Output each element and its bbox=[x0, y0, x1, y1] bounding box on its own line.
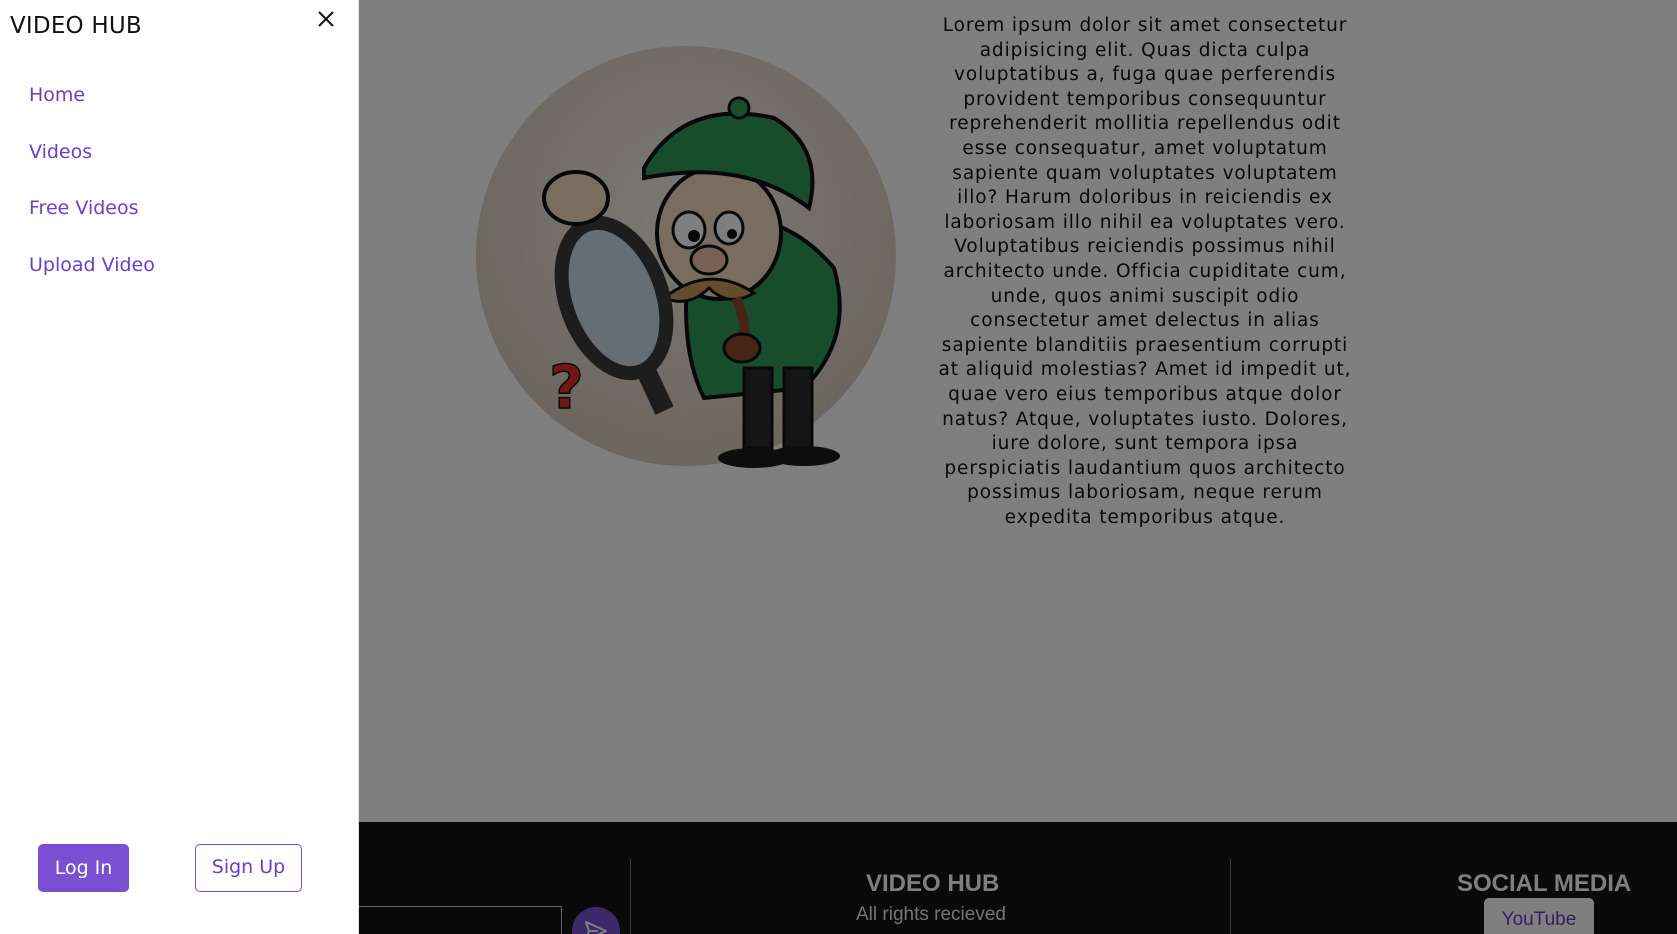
sidebar-brand: VIDEO HUB bbox=[10, 13, 142, 39]
sidebar-drawer: VIDEO HUB Home Videos Free Videos Upload… bbox=[0, 0, 359, 934]
sidebar-item-upload-video[interactable]: Upload Video bbox=[29, 254, 155, 276]
sidebar-item-free-videos[interactable]: Free Videos bbox=[29, 197, 139, 219]
sidebar-item-videos[interactable]: Videos bbox=[29, 141, 92, 163]
close-icon[interactable] bbox=[313, 6, 339, 32]
sidebar-item-home[interactable]: Home bbox=[29, 84, 85, 106]
login-button[interactable]: Log In bbox=[38, 844, 129, 892]
signup-button[interactable]: Sign Up bbox=[195, 844, 302, 892]
